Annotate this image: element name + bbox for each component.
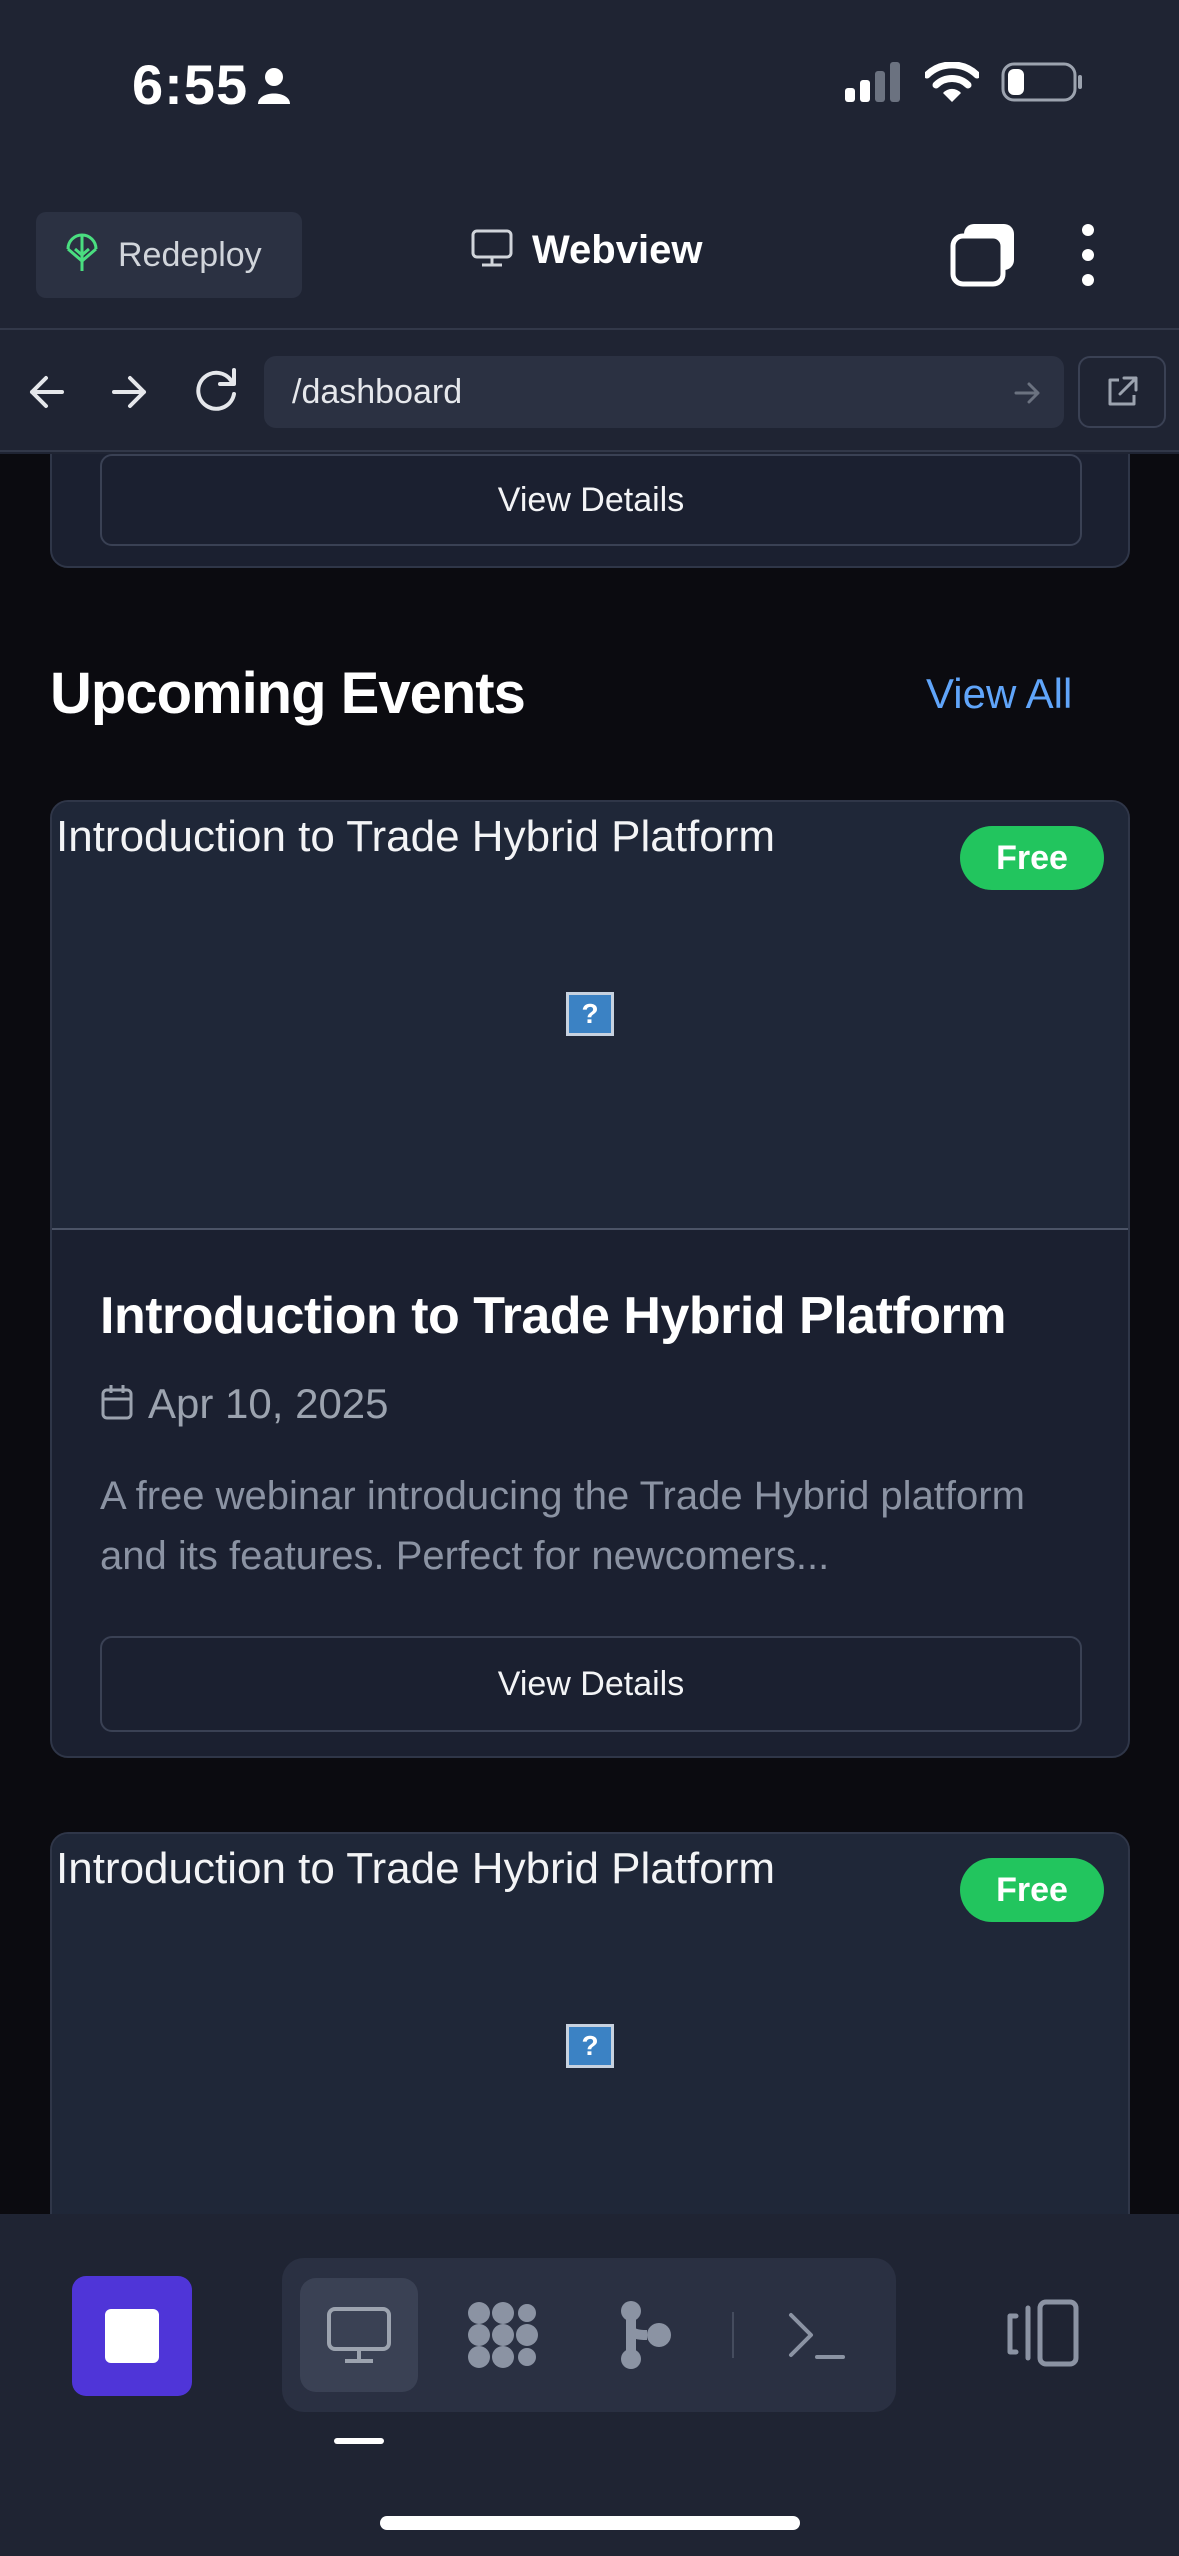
free-badge: Free (960, 1858, 1104, 1922)
battery-icon (1001, 62, 1083, 107)
arrow-left-icon (30, 376, 64, 408)
app-header: Redeploy Webview (0, 180, 1179, 330)
webview-title: Webview (470, 228, 702, 273)
event-date-row: Apr 10, 2025 (100, 1380, 389, 1428)
monitor-icon (327, 2307, 391, 2363)
view-details-button[interactable]: View Details (100, 1636, 1082, 1732)
redeploy-icon (64, 233, 100, 278)
monitor-icon (470, 228, 514, 273)
webview-tool-button[interactable] (300, 2278, 418, 2392)
wifi-icon (923, 61, 981, 107)
calendar-icon (100, 1383, 134, 1426)
stop-button[interactable] (72, 2276, 192, 2396)
panel-toggle-button[interactable] (1006, 2294, 1086, 2374)
broken-image-icon: ? (566, 2024, 614, 2068)
more-menu-button[interactable] (1068, 220, 1108, 290)
event-description: A free webinar introducing the Trade Hyb… (100, 1474, 1025, 1578)
open-external-button[interactable] (1078, 356, 1166, 428)
more-vertical-icon (1082, 224, 1094, 286)
view-all-link[interactable]: View All (926, 670, 1072, 718)
branch-icon (621, 2301, 671, 2369)
image-alt-text: Introduction to Trade Hybrid Platform (56, 1844, 775, 1893)
home-indicator[interactable] (380, 2516, 800, 2530)
person-icon (256, 66, 292, 111)
back-button[interactable] (22, 362, 74, 422)
reload-button[interactable] (188, 360, 244, 420)
stop-icon (105, 2309, 159, 2363)
event-title: Introduction to Trade Hybrid Platform (100, 1287, 1006, 1345)
tabs-button[interactable] (950, 222, 1016, 288)
tabs-icon (950, 224, 1014, 287)
workflow-tool-button[interactable] (444, 2278, 562, 2392)
tool-group (282, 2258, 896, 2412)
redeploy-button[interactable]: Redeploy (36, 212, 302, 298)
panel-icon (1007, 2299, 1079, 2367)
previous-event-card: View Details (50, 454, 1130, 568)
toolbar-divider (732, 2312, 734, 2358)
event-date: Apr 10, 2025 (148, 1380, 389, 1427)
workflow-icon (468, 2302, 538, 2368)
event-card[interactable]: Introduction to Trade Hybrid Platform ? … (50, 800, 1130, 1758)
branch-tool-button[interactable] (586, 2278, 704, 2392)
forward-button[interactable] (104, 362, 156, 422)
status-time: 6:55 (132, 53, 249, 116)
redeploy-label: Redeploy (118, 235, 262, 274)
cellular-signal-icon (845, 62, 903, 107)
event-image: Introduction to Trade Hybrid Platform ? … (52, 1834, 1128, 2214)
url-input[interactable]: /dashboard (264, 356, 1064, 428)
event-image: Introduction to Trade Hybrid Platform ? … (52, 802, 1128, 1230)
free-badge: Free (960, 826, 1104, 890)
status-bar: 6:55 (0, 0, 1179, 180)
event-card[interactable]: Introduction to Trade Hybrid Platform ? … (50, 1832, 1130, 2214)
status-indicators (845, 61, 1083, 107)
image-alt-text: Introduction to Trade Hybrid Platform (56, 812, 775, 861)
bottom-toolbar (0, 2214, 1179, 2556)
url-text: /dashboard (292, 372, 463, 411)
reload-icon (196, 368, 236, 411)
terminal-tool-button[interactable] (758, 2278, 876, 2392)
arrow-right-icon (112, 376, 146, 408)
page-title: Webview (532, 228, 703, 272)
web-content: View Details Upcoming Events View All In… (0, 454, 1179, 2214)
active-tab-indicator (334, 2438, 384, 2444)
view-details-button[interactable]: View Details (100, 454, 1082, 546)
browser-bar: /dashboard (0, 332, 1179, 452)
external-link-icon (1108, 376, 1138, 406)
section-title: Upcoming Events (50, 661, 526, 726)
go-arrow-icon[interactable] (1012, 378, 1042, 413)
terminal-icon (789, 2313, 845, 2359)
broken-image-icon: ? (566, 992, 614, 1036)
